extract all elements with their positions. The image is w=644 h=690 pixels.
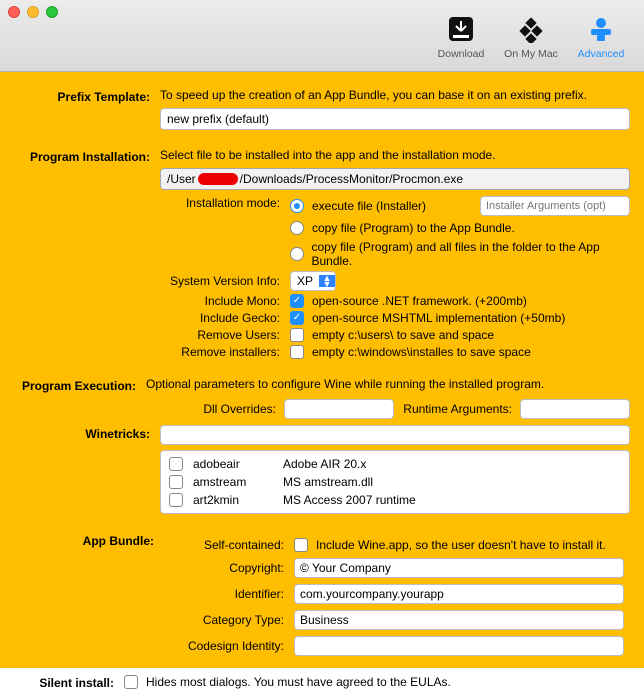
toolbar-onmymac[interactable]: On My Mac — [496, 8, 566, 60]
prefix-select[interactable] — [160, 108, 630, 130]
gecko-checkbox[interactable] — [290, 311, 304, 325]
radio-execute[interactable] — [290, 199, 304, 213]
installer-args-input[interactable] — [480, 196, 630, 216]
section-silent: Silent install: Hides most dialogs. You … — [14, 674, 630, 690]
bundle-label: App Bundle: — [14, 532, 164, 656]
mono-text: open-source .NET framework. (+200mb) — [312, 294, 527, 308]
section-exec: Program Execution: Optional parameters t… — [14, 377, 630, 419]
silent-checkbox[interactable] — [124, 675, 138, 689]
codesign-label: Codesign Identity: — [164, 639, 294, 653]
self-text: Include Wine.app, so the user doesn't ha… — [316, 538, 606, 552]
exec-label: Program Execution: — [14, 377, 146, 419]
prefix-intro: To speed up the creation of an App Bundl… — [160, 88, 630, 102]
mono-label: Include Mono: — [160, 294, 290, 308]
self-label: Self-contained: — [164, 538, 294, 552]
zoom-icon[interactable] — [46, 6, 58, 18]
self-checkbox[interactable] — [294, 538, 308, 552]
section-winetricks: Winetricks: adobeair Adobe AIR 20.x amst… — [14, 425, 630, 514]
section-install: Program Installation: Select file to be … — [14, 148, 630, 359]
radio-copy-file-label: copy file (Program) to the App Bundle. — [312, 221, 515, 235]
sysver-value: XP — [291, 274, 319, 288]
wt-desc: MS amstream.dll — [283, 475, 373, 489]
wt-checkbox[interactable] — [169, 475, 183, 489]
toolbar-download-label: Download — [426, 48, 496, 60]
gecko-text: open-source MSHTML implementation (+50mb… — [312, 311, 565, 325]
rminst-label: Remove installers: — [160, 345, 290, 359]
id-label: Identifier: — [164, 587, 294, 601]
cat-label: Category Type: — [164, 613, 294, 627]
runtime-label: Runtime Arguments: — [402, 402, 512, 416]
titlebar: Download On My Mac Advanced — [0, 0, 644, 72]
install-path-field[interactable]: /User /Downloads/ProcessMonitor/Procmon.… — [160, 168, 630, 190]
rmusers-label: Remove Users: — [160, 328, 290, 342]
winetricks-search[interactable] — [160, 425, 630, 445]
category-input[interactable] — [294, 610, 624, 630]
wt-checkbox[interactable] — [169, 493, 183, 507]
wt-key: amstream — [193, 475, 273, 489]
winetricks-list: adobeair Adobe AIR 20.x amstream MS amst… — [160, 450, 630, 514]
radio-execute-label: execute file (Installer) — [312, 199, 472, 213]
toolbar-download[interactable]: Download — [426, 8, 496, 60]
identifier-input[interactable] — [294, 584, 624, 604]
install-path-post: /Downloads/ProcessMonitor/Procmon.exe — [240, 172, 463, 186]
runtime-input[interactable] — [520, 399, 630, 419]
mac-icon — [496, 12, 566, 46]
toolbar-advanced[interactable]: Advanced — [566, 8, 636, 60]
install-path-pre: /User — [167, 172, 196, 186]
dll-label: Dll Overrides: — [146, 402, 276, 416]
wt-key: art2kmin — [193, 493, 273, 507]
wt-desc: Adobe AIR 20.x — [283, 457, 366, 471]
radio-copy-folder-label: copy file (Program) and all files in the… — [312, 240, 631, 268]
wt-key: adobeair — [193, 457, 273, 471]
install-mode-label: Installation mode: — [160, 196, 290, 210]
silent-label: Silent install: — [14, 674, 124, 690]
redacted-icon — [198, 173, 238, 185]
toolbar-advanced-label: Advanced — [566, 48, 636, 60]
rmusers-checkbox[interactable] — [290, 328, 304, 342]
traffic-lights — [8, 6, 58, 18]
download-icon — [426, 12, 496, 46]
exec-intro: Optional parameters to configure Wine wh… — [146, 377, 630, 391]
radio-copy-file[interactable] — [290, 221, 304, 235]
gecko-label: Include Gecko: — [160, 311, 290, 325]
codesign-input[interactable] — [294, 636, 624, 656]
close-icon[interactable] — [8, 6, 20, 18]
section-bundle: App Bundle: Self-contained: Include Wine… — [14, 532, 630, 656]
toolbar: Download On My Mac Advanced — [426, 8, 636, 60]
wt-desc: MS Access 2007 runtime — [283, 493, 416, 507]
list-item[interactable]: art2kmin MS Access 2007 runtime — [161, 491, 629, 509]
copyright-input[interactable] — [294, 558, 624, 578]
minimize-icon[interactable] — [27, 6, 39, 18]
list-item[interactable]: adobeair Adobe AIR 20.x — [161, 455, 629, 473]
list-item[interactable]: amstream MS amstream.dll — [161, 473, 629, 491]
radio-copy-folder[interactable] — [290, 247, 304, 261]
install-label: Program Installation: — [14, 148, 160, 359]
sysver-label: System Version Info: — [160, 274, 290, 288]
rminst-text: empty c:\windows\installes to save space — [312, 345, 531, 359]
winetricks-label: Winetricks: — [14, 425, 160, 514]
copy-label: Copyright: — [164, 561, 294, 575]
sysver-select[interactable]: XP ▲▼ — [290, 271, 336, 291]
advanced-icon — [566, 12, 636, 46]
section-prefix: Prefix Template: To speed up the creatio… — [14, 88, 630, 130]
chevron-updown-icon: ▲▼ — [319, 275, 335, 287]
rminst-checkbox[interactable] — [290, 345, 304, 359]
prefix-label: Prefix Template: — [14, 88, 160, 130]
mono-checkbox[interactable] — [290, 294, 304, 308]
toolbar-onmymac-label: On My Mac — [496, 48, 566, 60]
dll-input[interactable] — [284, 399, 394, 419]
silent-text: Hides most dialogs. You must have agreed… — [146, 675, 451, 689]
wt-checkbox[interactable] — [169, 457, 183, 471]
content-panel: Prefix Template: To speed up the creatio… — [0, 72, 644, 668]
install-intro: Select file to be installed into the app… — [160, 148, 630, 162]
rmusers-text: empty c:\users\ to save and space — [312, 328, 494, 342]
